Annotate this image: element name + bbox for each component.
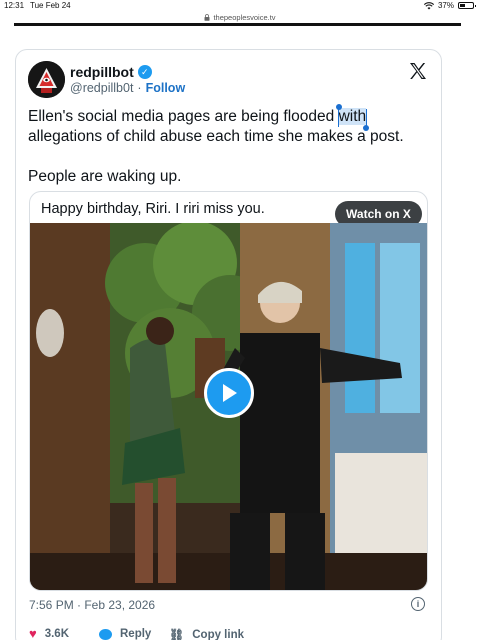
battery-percent: 37% (437, 1, 454, 10)
battery-icon (458, 2, 476, 9)
status-time: 12:31 (4, 1, 25, 10)
play-icon (223, 384, 237, 402)
heart-icon[interactable]: ♥ (29, 627, 37, 640)
reply-label: Reply (120, 628, 152, 640)
lock-icon (204, 13, 210, 21)
separator-dot: · (137, 81, 142, 95)
status-indicators: 37% (423, 1, 476, 10)
text-selection[interactable]: with (335, 104, 370, 131)
author-line: @redpillb0t · Follow (70, 81, 185, 95)
play-button[interactable] (204, 368, 254, 418)
copy-link-action[interactable]: ⛓ Copy link (169, 628, 244, 640)
link-icon[interactable]: ⛓ (169, 628, 184, 640)
like-count: 3.6K (44, 628, 70, 640)
author-name[interactable]: redpillbot ✓ (70, 64, 152, 80)
author-name-text[interactable]: redpillbot (70, 64, 134, 80)
copy-link-label: Copy link (192, 629, 244, 640)
follow-button[interactable]: Follow (146, 81, 186, 95)
status-date: Tue Feb 24 (30, 1, 71, 10)
tweet-text-part-1: Ellen's social media pages are being flo… (28, 108, 339, 125)
url-text[interactable]: thepeoplesvoice.tv (213, 13, 275, 22)
selected-word: with (338, 108, 367, 125)
verified-icon: ✓ (137, 65, 152, 79)
tweet-text: Ellen's social media pages are being flo… (28, 104, 428, 187)
tweet-text-part-2: allegations of child abuse each time she… (28, 128, 404, 145)
avatar-image (28, 61, 65, 98)
info-icon[interactable]: i (411, 597, 425, 611)
tweet-actions: ♥ 3.6K Reply ⛓ Copy link (29, 627, 449, 640)
tweet-paragraph-2: People are waking up. (28, 168, 182, 185)
x-logo-icon[interactable] (408, 61, 428, 81)
avatar[interactable] (28, 61, 65, 98)
author-handle[interactable]: @redpillb0t (70, 81, 133, 95)
embed-caption: Happy birthday, Riri. I riri miss you. (41, 201, 265, 217)
tweet-paragraph-1: Ellen's social media pages are being flo… (28, 104, 428, 147)
reply-icon[interactable] (99, 628, 112, 640)
page-top-rule (14, 23, 461, 26)
wifi-icon (423, 1, 434, 9)
url-bar[interactable]: thepeoplesvoice.tv (0, 11, 480, 23)
like-action[interactable]: ♥ 3.6K (29, 627, 70, 640)
reply-action[interactable]: Reply (99, 628, 151, 640)
tweet-timestamp[interactable]: 7:56 PM · Feb 23, 2026 (29, 598, 155, 612)
embedded-video-card[interactable]: Happy birthday, Riri. I riri miss you. W… (29, 191, 428, 591)
